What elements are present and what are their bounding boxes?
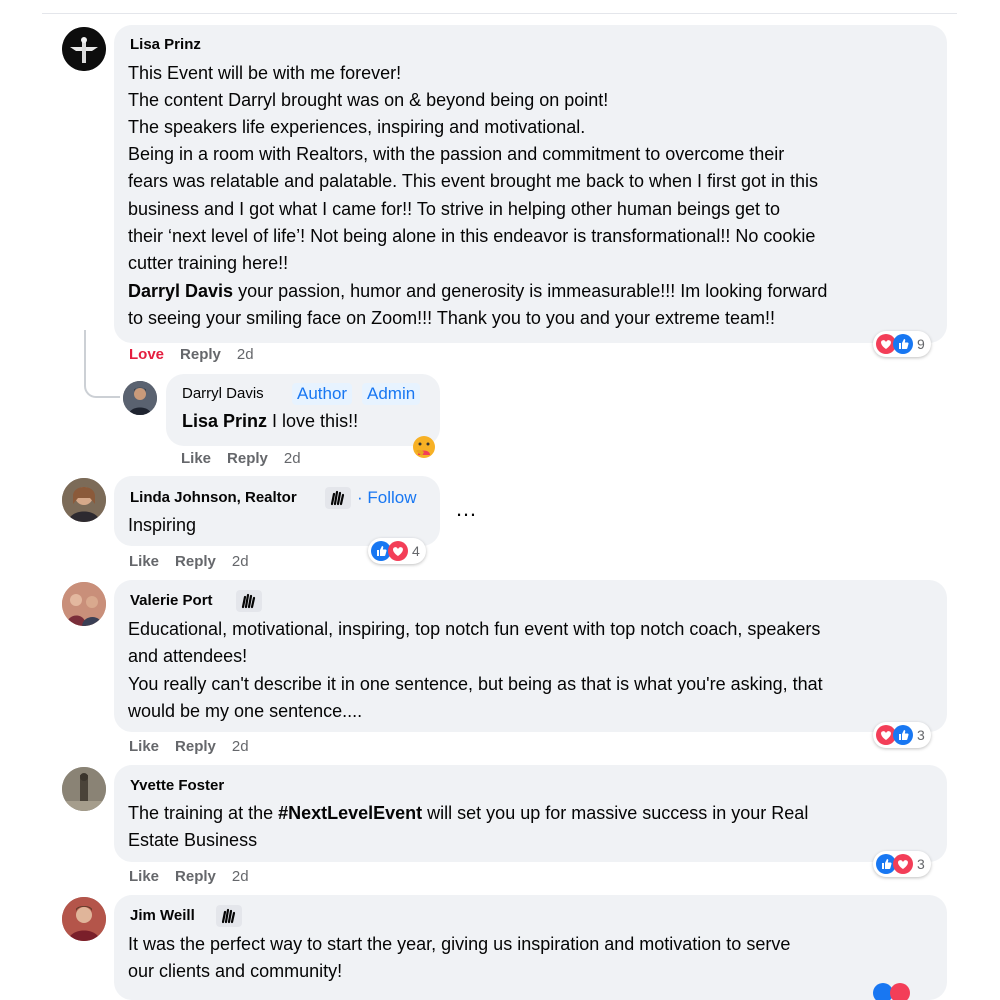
comment-author[interactable]: Darryl Davis: [182, 385, 264, 402]
comment-line: It was the perfect way to start the year…: [128, 934, 791, 954]
comment-line: Inspiring: [128, 515, 197, 535]
comment-text: I love this!!: [267, 411, 359, 431]
reaction-count: 4: [412, 543, 420, 559]
avatar-jim-weill[interactable]: [62, 897, 106, 941]
comment-line: Darryl Davis your passion, humor and gen…: [128, 278, 827, 305]
more-options-icon[interactable]: …: [455, 496, 478, 522]
comment-line: our clients and community!: [128, 961, 343, 981]
reaction-summary[interactable]: 9: [873, 331, 931, 357]
top-fan-icon: [325, 487, 351, 509]
comment-line: The training at the #NextLevelEvent will…: [128, 800, 808, 827]
like-button[interactable]: Like: [129, 868, 159, 885]
timestamp[interactable]: 2d: [232, 553, 249, 570]
timestamp[interactable]: 2d: [232, 738, 249, 755]
avatar-darryl-davis[interactable]: [123, 381, 157, 415]
like-reaction-icon: [893, 334, 913, 354]
comment-line: This Event will be with me forever!: [128, 63, 402, 83]
comment-line: Lisa Prinz I love this!!: [182, 408, 358, 435]
comment-line: The content Darryl brought was on & beyo…: [128, 90, 609, 110]
mention-link[interactable]: Darryl Davis: [128, 281, 233, 301]
comment-line: fears was relatable and palatable. This …: [128, 171, 819, 191]
reaction-summary[interactable]: 4: [368, 538, 426, 564]
top-fan-icon: [216, 905, 242, 927]
comment-line: to seeing your smiling face on Zoom!!! T…: [128, 308, 775, 328]
love-reaction-icon: [388, 541, 408, 561]
timestamp[interactable]: 2d: [237, 346, 254, 363]
reaction-count: 9: [917, 336, 925, 352]
reply-thread-line: [84, 330, 120, 398]
follow-link[interactable]: · Follow: [357, 488, 417, 508]
reaction-summary[interactable]: 3: [873, 851, 931, 877]
care-reaction-icon[interactable]: [410, 433, 438, 461]
mention-link[interactable]: Lisa Prinz: [182, 411, 267, 431]
love-button[interactable]: Love: [129, 346, 164, 363]
comment-actions: Like Reply 2d: [129, 553, 265, 570]
comment-line: You really can't describe it in one sent…: [128, 674, 823, 694]
comment-line: business and I got what I came for!! To …: [128, 199, 781, 219]
comment-author[interactable]: Linda Johnson, Realtor: [130, 489, 297, 506]
comment-actions: Like Reply 2d: [181, 450, 317, 467]
avatar-lisa-prinz[interactable]: [62, 27, 106, 71]
top-fan-icon: [236, 590, 262, 612]
comment-line: The speakers life experiences, inspiring…: [128, 117, 586, 137]
comment-text: your passion, humor and generosity is im…: [233, 281, 828, 301]
love-reaction-icon: [890, 983, 910, 1000]
comment-line: Educational, motivational, inspiring, to…: [128, 619, 821, 639]
reaction-summary[interactable]: 3: [873, 722, 931, 748]
comment-actions: Love Reply 2d: [129, 346, 270, 363]
like-button[interactable]: Like: [129, 553, 159, 570]
top-divider: [42, 13, 957, 14]
timestamp[interactable]: 2d: [232, 868, 249, 885]
comment-text: The training at the: [128, 803, 279, 823]
comment-line: cutter training here!!: [128, 253, 289, 273]
comment-line: Estate Business: [128, 830, 258, 850]
love-reaction-icon: [893, 854, 913, 874]
comment-actions: Like Reply 2d: [129, 868, 265, 885]
hashtag-link[interactable]: #NextLevelEvent: [278, 803, 422, 823]
comment-line: Being in a room with Realtors, with the …: [128, 144, 785, 164]
reaction-summary[interactable]: [873, 983, 933, 1000]
comment-line: their ‘next level of life’! Not being al…: [128, 226, 816, 246]
reply-button[interactable]: Reply: [175, 553, 216, 570]
reply-button[interactable]: Reply: [175, 738, 216, 755]
comment-text: will set you up for massive success in y…: [422, 803, 809, 823]
timestamp[interactable]: 2d: [284, 450, 301, 467]
reply-button[interactable]: Reply: [175, 868, 216, 885]
comment-line: would be my one sentence....: [128, 701, 363, 721]
reaction-count: 3: [917, 856, 925, 872]
author-badge: Author: [292, 383, 353, 405]
avatar-linda-johnson[interactable]: [62, 478, 106, 522]
avatar-valerie-port[interactable]: [62, 582, 106, 626]
comment-author[interactable]: Valerie Port: [130, 592, 213, 609]
like-reaction-icon: [893, 725, 913, 745]
like-button[interactable]: Like: [129, 738, 159, 755]
reaction-count: 3: [917, 727, 925, 743]
comment-author[interactable]: Yvette Foster: [130, 777, 224, 794]
comment-author[interactable]: Lisa Prinz: [130, 36, 201, 53]
admin-badge: Admin: [362, 383, 421, 405]
comment-line: and attendees!: [128, 646, 248, 666]
comment-actions: Like Reply 2d: [129, 738, 265, 755]
reply-button[interactable]: Reply: [180, 346, 221, 363]
avatar-yvette-foster[interactable]: [62, 767, 106, 811]
comment-author[interactable]: Jim Weill: [130, 907, 195, 924]
reply-button[interactable]: Reply: [227, 450, 268, 467]
like-button[interactable]: Like: [181, 450, 211, 467]
